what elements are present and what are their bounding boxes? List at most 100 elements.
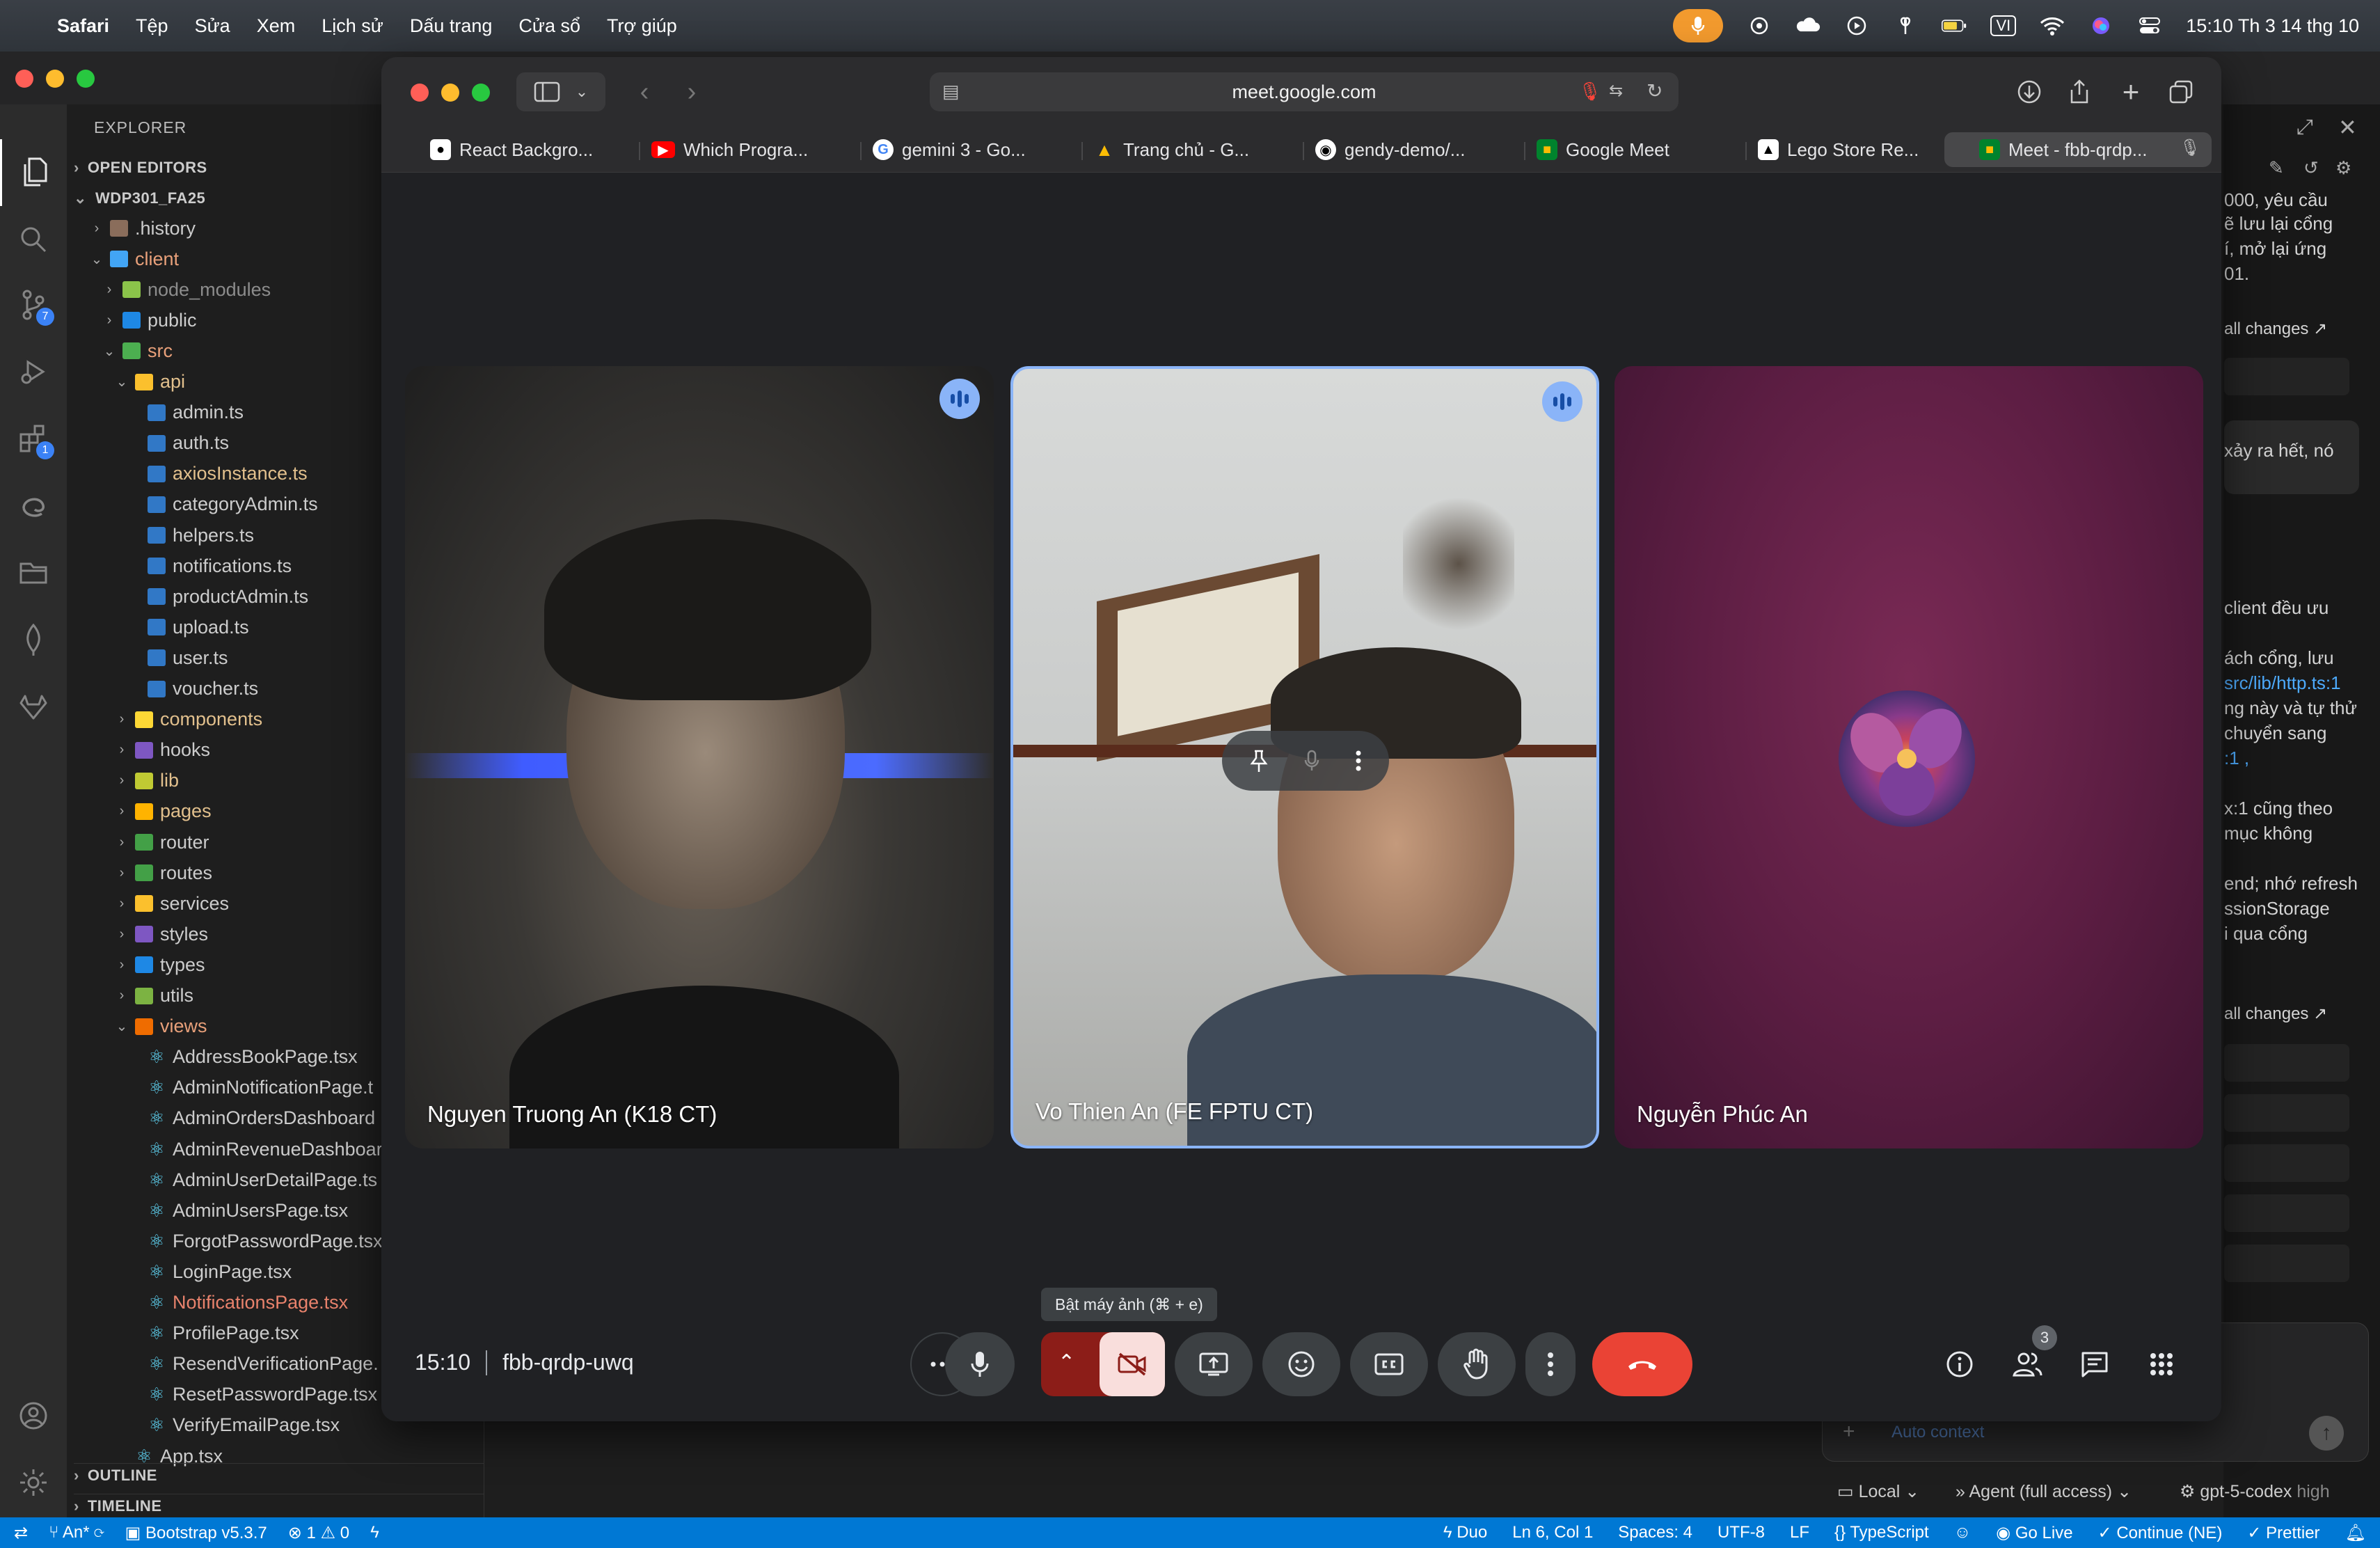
review-changes-link[interactable]: all changes ↗ (2224, 319, 2327, 339)
tree-folder[interactable]: ⌄ views (114, 1011, 207, 1042)
tree-file[interactable]: ⚛ ResetPasswordPage.tsx (127, 1380, 377, 1410)
tree-file[interactable]: voucher.ts (127, 674, 258, 704)
tab-react-background[interactable]: ● React Backgro... (430, 134, 593, 166)
tree-file[interactable]: auth.ts (127, 428, 229, 459)
tree-file[interactable]: ⚛ ForgotPasswordPage.tsx (127, 1226, 382, 1256)
indentation[interactable]: Spaces: 4 (1618, 1523, 1692, 1542)
participant-tile[interactable]: Nguyễn Phúc An (1615, 366, 2203, 1148)
chevron-down-icon[interactable]: ⌄ (89, 251, 104, 268)
present-screen-button[interactable] (1175, 1332, 1253, 1396)
more-options-icon[interactable] (1355, 748, 1362, 773)
run-debug-icon[interactable] (0, 338, 67, 405)
diff-row[interactable] (2224, 1245, 2349, 1282)
openai-icon[interactable] (1747, 13, 1772, 38)
settings-gear-icon[interactable] (0, 1449, 67, 1516)
chevron-right-icon[interactable]: › (114, 988, 129, 1004)
tree-folder[interactable]: ⌄ api (114, 367, 185, 397)
tree-file[interactable]: upload.ts (127, 612, 249, 642)
tree-file[interactable]: ⚛ LoginPage.tsx (127, 1256, 292, 1287)
remote-icon[interactable]: ⇄ (14, 1523, 28, 1543)
tree-folder[interactable]: › services (114, 888, 229, 919)
tree-folder[interactable]: › lib (114, 766, 179, 796)
edge-devtools-icon[interactable] (0, 472, 67, 539)
bootstrap-version[interactable]: ▣ Bootstrap v5.3.7 (125, 1523, 267, 1543)
vscode-close-button[interactable] (15, 70, 33, 88)
chat-button[interactable] (2074, 1343, 2116, 1385)
timeline-section[interactable]: › TIMELINE (74, 1494, 484, 1515)
tree-file[interactable]: ⚛ AdminNotificationPage.t (127, 1073, 373, 1103)
menu-bookmarks[interactable]: Dấu trang (410, 15, 493, 37)
new-chat-icon[interactable]: ✎ (2269, 157, 2284, 179)
search-icon[interactable] (0, 206, 67, 273)
tree-file[interactable]: productAdmin.ts (127, 581, 308, 612)
language-mode[interactable]: {} TypeScript (1834, 1523, 1929, 1542)
tree-folder[interactable]: › public (102, 305, 197, 335)
mic-recording-icon[interactable]: 🎙︎ (1578, 81, 1601, 102)
camera-options-chevron-icon[interactable]: ⌃ (1058, 1350, 1075, 1375)
vscode-minimize-button[interactable] (46, 70, 64, 88)
tree-folder[interactable]: › styles (114, 919, 208, 949)
tree-file[interactable]: ⚛ AddressBookPage.tsx (127, 1042, 357, 1073)
siri-icon[interactable] (2088, 13, 2113, 38)
captions-button[interactable] (1350, 1332, 1428, 1396)
panel-maximize-icon[interactable]: ⤢ (2296, 116, 2313, 139)
panel-close-icon[interactable]: ✕ (2338, 114, 2357, 141)
continue-status[interactable]: ✓ Continue (NE) (2098, 1523, 2223, 1543)
chevron-right-icon[interactable]: › (114, 865, 129, 881)
diff-row[interactable] (2224, 1094, 2349, 1132)
diff-row[interactable] (2224, 1144, 2349, 1182)
safari-close-button[interactable] (411, 84, 429, 102)
add-context-icon[interactable]: + (1843, 1420, 1855, 1444)
tree-folder[interactable]: ⌄ src (102, 335, 173, 366)
activities-button[interactable] (2141, 1343, 2182, 1385)
chevron-right-icon[interactable]: › (114, 835, 129, 851)
tree-folder[interactable]: › node_modules (102, 274, 271, 305)
camera-toggle-button[interactable] (1100, 1332, 1165, 1396)
chevron-right-icon[interactable]: › (89, 221, 104, 237)
gitlab-icon[interactable] (0, 674, 67, 741)
tree-file[interactable]: ⚛ AdminUsersPage.tsx (127, 1195, 348, 1226)
tree-folder[interactable]: ⌄ client (89, 244, 179, 274)
menu-edit[interactable]: Sửa (195, 15, 230, 37)
agent-mode-dropdown[interactable]: » Agent (full access) ⌄ (1955, 1481, 2132, 1502)
chevron-right-icon[interactable]: › (102, 282, 117, 298)
chevron-right-icon[interactable]: › (102, 313, 117, 329)
share-button[interactable] (2061, 74, 2097, 110)
safari-minimize-button[interactable] (441, 84, 459, 102)
reactions-button[interactable] (1262, 1332, 1340, 1396)
chevron-right-icon[interactable]: › (114, 957, 129, 973)
tree-folder[interactable]: › routes (114, 858, 212, 888)
tree-folder[interactable]: › utils (114, 981, 193, 1011)
chevron-right-icon[interactable]: › (114, 711, 129, 727)
mute-participant-icon[interactable] (1303, 748, 1320, 773)
tree-file[interactable]: ⚛ VerifyEmailPage.tsx (127, 1410, 340, 1441)
tree-file[interactable]: admin.ts (127, 397, 244, 428)
raise-hand-button[interactable] (1438, 1332, 1516, 1396)
chevron-right-icon[interactable]: › (114, 926, 129, 942)
extensions-icon[interactable]: 1 (0, 405, 67, 472)
menubar-clock[interactable]: 15:10 Th 3 14 thg 10 (2186, 15, 2359, 37)
tab-google-meet[interactable]: ■ Google Meet (1537, 134, 1669, 166)
cloud-icon[interactable] (1795, 13, 1820, 38)
people-button[interactable]: 3 (2007, 1325, 2057, 1385)
outline-section[interactable]: › OUTLINE (74, 1463, 484, 1485)
chevron-right-icon[interactable]: › (114, 803, 129, 819)
accounts-icon[interactable] (0, 1382, 67, 1449)
workspace-section[interactable]: ⌄ WDP301_FA25 (74, 189, 205, 207)
tree-folder[interactable]: › pages (114, 796, 212, 827)
wifi-icon[interactable] (2040, 13, 2065, 38)
encoding[interactable]: UTF-8 (1717, 1523, 1765, 1542)
history-icon[interactable]: ↺ (2303, 157, 2319, 179)
go-live-button[interactable]: ◉ Go Live (1996, 1523, 2072, 1543)
problems-indicator[interactable]: ⊗ 1 ⚠ 0 (288, 1523, 349, 1543)
chevron-down-icon[interactable]: ⌄ (102, 342, 117, 360)
copilot-icon[interactable]: ☺ (1954, 1523, 1972, 1542)
play-icon[interactable] (1844, 13, 1869, 38)
tree-folder[interactable]: › types (114, 949, 205, 980)
notifications-bell-icon[interactable]: 🔔︎ (2345, 1523, 2366, 1543)
tree-file[interactable]: ⚛ NotificationsPage.tsx (127, 1288, 348, 1318)
review-changes-link[interactable]: all changes ↗ (2224, 1004, 2327, 1024)
tree-file[interactable]: ⚛ ProfilePage.tsx (127, 1318, 299, 1349)
chevron-right-icon[interactable]: › (114, 896, 129, 912)
downloads-button[interactable] (2011, 74, 2047, 110)
